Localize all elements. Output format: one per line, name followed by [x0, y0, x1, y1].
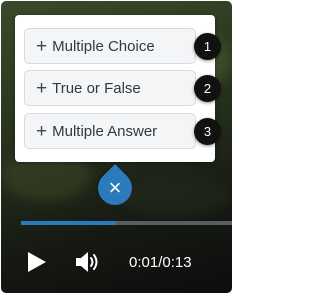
option-label: Multiple Choice: [52, 37, 155, 55]
option-true-or-false[interactable]: + True or False: [24, 70, 196, 106]
step-badge: 3: [194, 118, 221, 145]
time-display: 0:01/0:13: [129, 254, 192, 271]
option-multiple-choice[interactable]: + Multiple Choice: [24, 28, 196, 64]
option-multiple-answer[interactable]: + Multiple Answer: [24, 113, 196, 149]
option-label: Multiple Answer: [52, 122, 158, 140]
step-badge: 2: [194, 75, 221, 102]
volume-icon[interactable]: [75, 250, 103, 274]
step-badge: 1: [194, 33, 221, 60]
progress-fill: [21, 221, 116, 225]
plus-icon: +: [36, 35, 48, 57]
plus-icon: +: [36, 77, 48, 99]
play-icon[interactable]: [25, 251, 47, 273]
option-label: True or False: [52, 79, 141, 97]
close-icon[interactable]: ×: [98, 171, 132, 205]
question-type-menu: + Multiple Choice 1 + True or False 2 + …: [15, 15, 221, 162]
plus-icon: +: [36, 120, 48, 142]
video-player: + Multiple Choice 1 + True or False 2 + …: [1, 1, 232, 293]
